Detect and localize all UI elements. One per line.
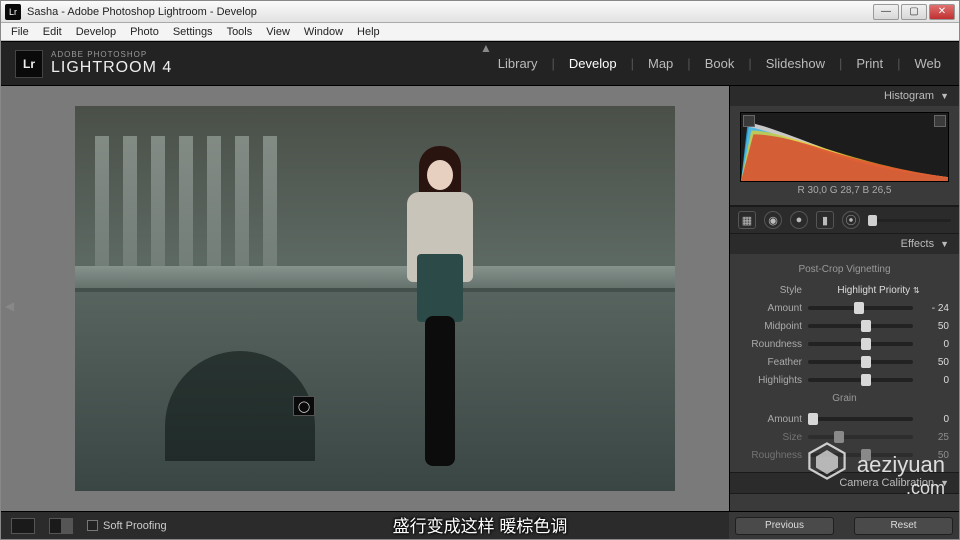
rgb-readout: R 30,0 G 28,7 B 26,5 [740,182,949,201]
module-print[interactable]: Print [852,56,887,71]
redeye-tool-icon[interactable]: ● [790,211,808,229]
soft-proofing-toggle[interactable]: Soft Proofing [87,520,167,532]
menu-view[interactable]: View [260,25,296,39]
module-library[interactable]: Library [494,56,542,71]
color-sampler-icon[interactable]: ◯ [293,396,315,416]
module-picker: Library| Develop| Map| Book| Slideshow| … [494,56,945,71]
effects-header[interactable]: Effects▼ [730,234,959,254]
module-web[interactable]: Web [911,56,946,71]
image-canvas[interactable]: ◯ [1,86,729,511]
slider-feather[interactable]: Feather50 [740,353,949,371]
brand-line2: LIGHTROOM 4 [51,59,172,77]
watermark-logo-icon [805,439,849,483]
app-logo: Lr ADOBE PHOTOSHOP LIGHTROOM 4 [15,50,172,78]
brush-tool-icon[interactable]: ⦿ [842,211,860,229]
brand-line1: ADOBE PHOTOSHOP [51,50,172,59]
dropdown-arrows-icon: ⇅ [913,286,920,295]
menu-tools[interactable]: Tools [221,25,259,39]
slider-amount[interactable]: Amount- 24 [740,299,949,317]
bottom-toolbar: Soft Proofing [1,511,729,539]
menu-photo[interactable]: Photo [124,25,165,39]
app-icon: Lr [5,4,21,20]
maximize-button[interactable]: ▢ [901,4,927,20]
window-title: Sasha - Adobe Photoshop Lightroom - Deve… [27,6,873,18]
minimize-button[interactable]: — [873,4,899,20]
chevron-down-icon: ▼ [940,239,949,249]
module-slideshow[interactable]: Slideshow [762,56,829,71]
checkbox-icon[interactable] [87,520,98,531]
menu-develop[interactable]: Develop [70,25,122,39]
os-titlebar: Lr Sasha - Adobe Photoshop Lightroom - D… [1,1,959,23]
tool-strip: ▦ ◉ ● ▮ ⦿ [730,206,959,234]
close-button[interactable]: ✕ [929,4,955,20]
grad-filter-tool-icon[interactable]: ▮ [816,211,834,229]
effects-panel: Effects▼ Post-Crop Vignetting Style High… [730,234,959,473]
histogram-display[interactable] [740,112,949,182]
previous-button[interactable]: Previous [735,517,834,535]
app-window: Lr Sasha - Adobe Photoshop Lightroom - D… [0,0,960,540]
slider-midpoint[interactable]: Midpoint50 [740,317,949,335]
chevron-down-icon: ▼ [940,91,949,101]
vignette-subheader: Post-Crop Vignetting [740,264,949,275]
slider-highlights[interactable]: Highlights0 [740,371,949,389]
spot-removal-tool-icon[interactable]: ◉ [764,211,782,229]
photo-preview: ◯ [75,106,675,491]
menu-edit[interactable]: Edit [37,25,68,39]
chevron-down-icon: ▼ [940,478,949,488]
action-bar: Previous Reset [729,511,959,539]
highlight-clip-icon[interactable] [934,115,946,127]
grain-subheader: Grain [740,393,949,404]
vignette-style-row[interactable]: Style Highlight Priority ⇅ [740,281,949,299]
logo-badge: Lr [15,50,43,78]
menu-settings[interactable]: Settings [167,25,219,39]
reveal-left-panel-icon[interactable]: ◀ [5,299,14,313]
loupe-view-button[interactable] [11,518,35,534]
mask-slider[interactable] [868,219,951,222]
menu-bar: File Edit Develop Photo Settings Tools V… [1,23,959,41]
histogram-panel: Histogram▼ R [730,86,959,206]
module-book[interactable]: Book [701,56,739,71]
compare-view-button[interactable] [49,518,73,534]
menu-file[interactable]: File [5,25,35,39]
crop-tool-icon[interactable]: ▦ [738,211,756,229]
shadow-clip-icon[interactable] [743,115,755,127]
slider-roundness[interactable]: Roundness0 [740,335,949,353]
module-develop[interactable]: Develop [565,56,621,71]
menu-help[interactable]: Help [351,25,386,39]
reset-button[interactable]: Reset [854,517,953,535]
reveal-top-panel-icon[interactable]: ▲ [480,41,492,55]
module-map[interactable]: Map [644,56,677,71]
histogram-header[interactable]: Histogram▼ [730,86,959,106]
slider-grain-amount[interactable]: Amount0 [740,410,949,428]
menu-window[interactable]: Window [298,25,349,39]
